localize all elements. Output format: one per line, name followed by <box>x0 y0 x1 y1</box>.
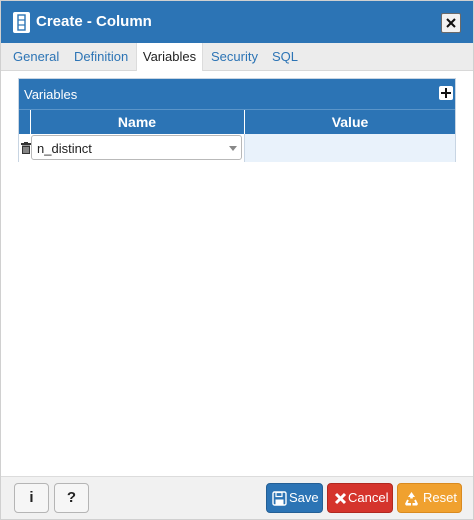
variable-name-select[interactable]: n_distinct <box>31 135 242 160</box>
reset-button-label: Reset <box>423 490 457 505</box>
table-row: n_distinct <box>19 134 455 162</box>
tab-security[interactable]: Security <box>211 43 258 71</box>
help-button[interactable]: ? <box>54 483 89 513</box>
grid-title: Variables <box>24 87 78 102</box>
info-button[interactable]: i <box>14 483 49 513</box>
dialog-titlebar[interactable]: Create - Column <box>1 1 473 43</box>
cancel-button[interactable]: Cancel <box>327 483 393 513</box>
cancel-button-label: Cancel <box>348 490 389 505</box>
create-column-dialog: Create - Column General Definition Varia… <box>0 0 474 520</box>
tab-bar: General Definition Variables Security SQ… <box>1 43 473 72</box>
tab-content: Variables Name Value n_distinct <box>1 71 473 476</box>
help-icon: ? <box>66 489 77 506</box>
grid-column-headers: Name Value <box>19 109 455 134</box>
column-icon <box>13 12 30 33</box>
dialog-footer: i ? Save Cancel Reset <box>1 476 473 519</box>
add-row-button[interactable] <box>439 86 453 100</box>
tab-sql[interactable]: SQL <box>272 43 298 71</box>
close-button[interactable] <box>441 13 461 33</box>
dialog-title: Create - Column <box>36 13 152 30</box>
variables-grid: Variables Name Value n_distinct <box>18 78 456 162</box>
chevron-down-icon <box>229 146 237 151</box>
save-button-label: Save <box>289 490 319 505</box>
tab-general[interactable]: General <box>13 43 59 71</box>
column-header-value: Value <box>331 114 369 130</box>
column-divider <box>30 110 31 134</box>
plus-icon <box>441 88 451 98</box>
grid-header: Variables <box>19 79 455 109</box>
column-header-name: Name <box>117 114 157 130</box>
reset-button[interactable]: Reset <box>397 483 462 513</box>
recycle-icon <box>405 492 418 506</box>
close-icon <box>446 18 456 28</box>
variable-value-cell[interactable] <box>244 134 455 162</box>
tab-definition[interactable]: Definition <box>74 43 128 71</box>
save-button[interactable]: Save <box>266 483 323 513</box>
tab-variables[interactable]: Variables <box>136 43 203 72</box>
close-icon <box>334 492 347 505</box>
variable-name-value: n_distinct <box>37 141 92 156</box>
floppy-disk-icon <box>272 491 287 506</box>
info-icon: i <box>29 489 34 506</box>
trash-icon[interactable] <box>21 142 31 154</box>
